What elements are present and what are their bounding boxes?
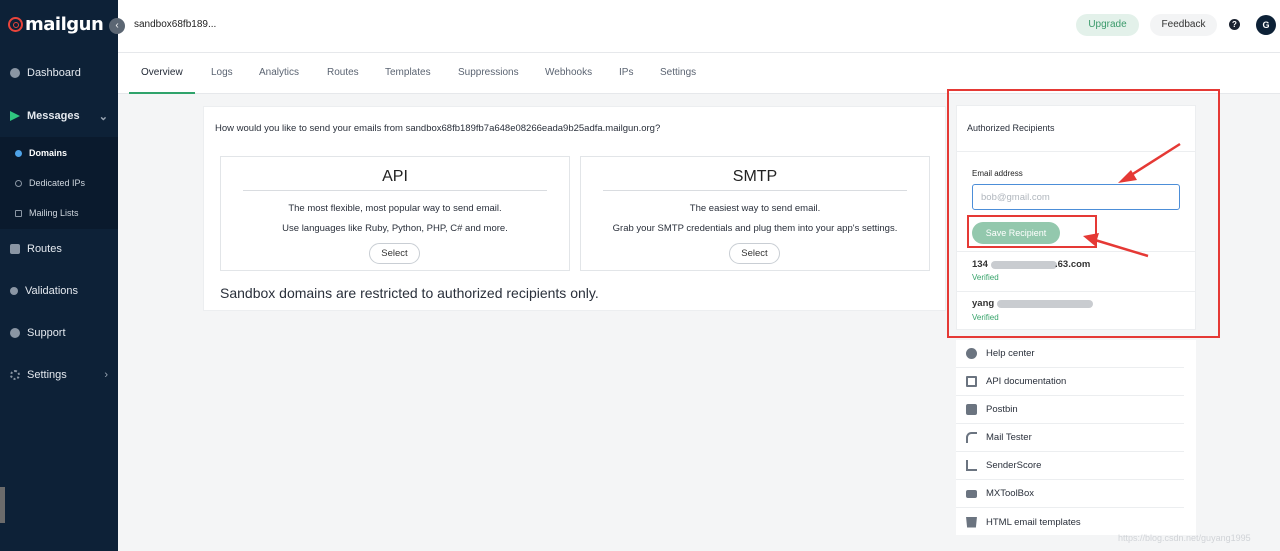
tab-templates[interactable]: Templates bbox=[385, 53, 431, 94]
sending-question: How would you like to send your emails f… bbox=[215, 123, 661, 134]
tab-overview[interactable]: Overview bbox=[129, 53, 195, 94]
smtp-option: SMTP The easiest way to send email. Grab… bbox=[580, 156, 930, 271]
resources-list: Help center API documentation Postbin Ma… bbox=[956, 340, 1196, 535]
tab-analytics[interactable]: Analytics bbox=[259, 53, 299, 94]
resource-label: SenderScore bbox=[986, 460, 1042, 471]
sidebar-item-mailing-lists[interactable]: Mailing Lists bbox=[0, 198, 118, 228]
collapse-sidebar-button[interactable]: ‹ bbox=[109, 18, 125, 34]
resource-api-documentation[interactable]: API documentation bbox=[956, 368, 1184, 396]
mailgun-logo[interactable]: mailgun bbox=[8, 14, 104, 35]
paper-plane-icon bbox=[10, 111, 20, 121]
resource-label: Postbin bbox=[986, 404, 1018, 415]
dedicated-ips-icon bbox=[15, 179, 22, 187]
sidebar-item-support[interactable]: Support bbox=[0, 313, 118, 353]
tab-logs[interactable]: Logs bbox=[211, 53, 233, 94]
sidebar-item-label: Settings bbox=[27, 369, 67, 381]
sending-options-card: How would you like to send your emails f… bbox=[203, 106, 946, 311]
api-option: API The most flexible, most popular way … bbox=[220, 156, 570, 271]
smtp-credentials: Grab your SMTP credentials and plug them… bbox=[612, 223, 898, 234]
annotation-highlight-box bbox=[947, 89, 1220, 338]
upgrade-button[interactable]: Upgrade bbox=[1076, 14, 1139, 36]
tab-settings[interactable]: Settings bbox=[660, 53, 696, 94]
feedback-button[interactable]: Feedback bbox=[1150, 14, 1217, 36]
sidebar-item-dashboard[interactable]: Dashboard bbox=[0, 53, 118, 93]
dashboard-icon bbox=[10, 68, 20, 78]
sidebar-item-label: Mailing Lists bbox=[29, 208, 79, 218]
sidebar-item-label: Messages bbox=[27, 110, 80, 122]
divider bbox=[603, 190, 907, 191]
tab-webhooks[interactable]: Webhooks bbox=[545, 53, 592, 94]
help-circle-icon bbox=[966, 348, 977, 359]
domains-icon bbox=[15, 149, 22, 157]
sandbox-restriction-notice: Sandbox domains are restricted to author… bbox=[220, 285, 599, 301]
sidebar-item-label: Dedicated IPs bbox=[29, 178, 86, 188]
chevron-right-icon: › bbox=[104, 369, 108, 381]
sidebar-item-validations[interactable]: Validations bbox=[0, 271, 118, 311]
sidebar: mailgun Dashboard Messages ⌄ Domains Ded… bbox=[0, 0, 118, 551]
resource-label: Mail Tester bbox=[986, 432, 1032, 443]
watermark: https://blog.csdn.net/guyang1995 bbox=[1118, 533, 1251, 543]
resource-label: MXToolBox bbox=[986, 488, 1035, 499]
bar-chart-icon bbox=[966, 460, 977, 471]
help-icon[interactable]: ? bbox=[1229, 19, 1240, 30]
sidebar-item-routes[interactable]: Routes bbox=[0, 229, 118, 269]
avatar[interactable]: G bbox=[1256, 15, 1276, 35]
resource-postbin[interactable]: Postbin bbox=[956, 396, 1184, 424]
messages-submenu: Domains Dedicated IPs Mailing Lists bbox=[0, 137, 118, 229]
resource-help-center[interactable]: Help center bbox=[956, 340, 1184, 368]
api-title: API bbox=[382, 168, 408, 185]
mailgun-logo-icon bbox=[8, 17, 23, 32]
tab-routes[interactable]: Routes bbox=[327, 53, 359, 94]
sidebar-item-domains[interactable]: Domains bbox=[0, 138, 118, 168]
resource-label: API documentation bbox=[986, 376, 1067, 387]
mxtoolbox-icon bbox=[966, 489, 977, 498]
smtp-select-button[interactable]: Select bbox=[729, 243, 780, 264]
sidebar-item-label: Routes bbox=[27, 243, 62, 255]
routes-icon bbox=[10, 244, 20, 254]
annotation-save-highlight bbox=[967, 215, 1097, 248]
api-description: The most flexible, most popular way to s… bbox=[288, 203, 502, 214]
logo-text: mailgun bbox=[25, 14, 104, 35]
gear-icon bbox=[10, 370, 20, 380]
resource-senderscore[interactable]: SenderScore bbox=[956, 452, 1184, 480]
sidebar-item-label: Domains bbox=[29, 148, 68, 158]
mail-tester-icon bbox=[966, 432, 977, 443]
smtp-description: The easiest way to send email. bbox=[689, 203, 821, 214]
domain-tabs: Overview Logs Analytics Routes Templates… bbox=[118, 53, 1280, 94]
inbox-icon bbox=[966, 404, 977, 415]
support-icon bbox=[10, 328, 20, 338]
api-grid-icon bbox=[966, 376, 977, 387]
sidebar-item-messages[interactable]: Messages ⌄ bbox=[0, 96, 118, 136]
sidebar-item-label: Validations bbox=[25, 285, 78, 297]
resource-label: Help center bbox=[986, 348, 1035, 359]
resource-mail-tester[interactable]: Mail Tester bbox=[956, 424, 1184, 452]
smtp-title: SMTP bbox=[732, 168, 778, 185]
validations-icon bbox=[10, 287, 18, 295]
api-languages: Use languages like Ruby, Python, PHP, C#… bbox=[282, 223, 508, 234]
mailing-lists-icon bbox=[15, 209, 22, 217]
side-handle[interactable] bbox=[0, 487, 5, 523]
api-select-button[interactable]: Select bbox=[369, 243, 420, 264]
chevron-down-icon: ⌄ bbox=[98, 110, 108, 123]
sidebar-item-settings[interactable]: Settings › bbox=[0, 355, 118, 395]
sidebar-item-dedicated-ips[interactable]: Dedicated IPs bbox=[0, 168, 118, 198]
domain-title[interactable]: sandbox68fb189... bbox=[134, 19, 216, 30]
sidebar-item-label: Dashboard bbox=[27, 67, 81, 79]
top-bar: sandbox68fb189... Upgrade Feedback ? G bbox=[118, 0, 1280, 53]
tab-ips[interactable]: IPs bbox=[619, 53, 633, 94]
resource-mxtoolbox[interactable]: MXToolBox bbox=[956, 480, 1184, 508]
divider bbox=[243, 190, 547, 191]
tab-suppressions[interactable]: Suppressions bbox=[458, 53, 519, 94]
sidebar-item-label: Support bbox=[27, 327, 66, 339]
resource-html-email-templates[interactable]: HTML email templates bbox=[956, 508, 1184, 536]
html5-icon bbox=[966, 516, 977, 528]
resource-label: HTML email templates bbox=[986, 516, 1081, 528]
